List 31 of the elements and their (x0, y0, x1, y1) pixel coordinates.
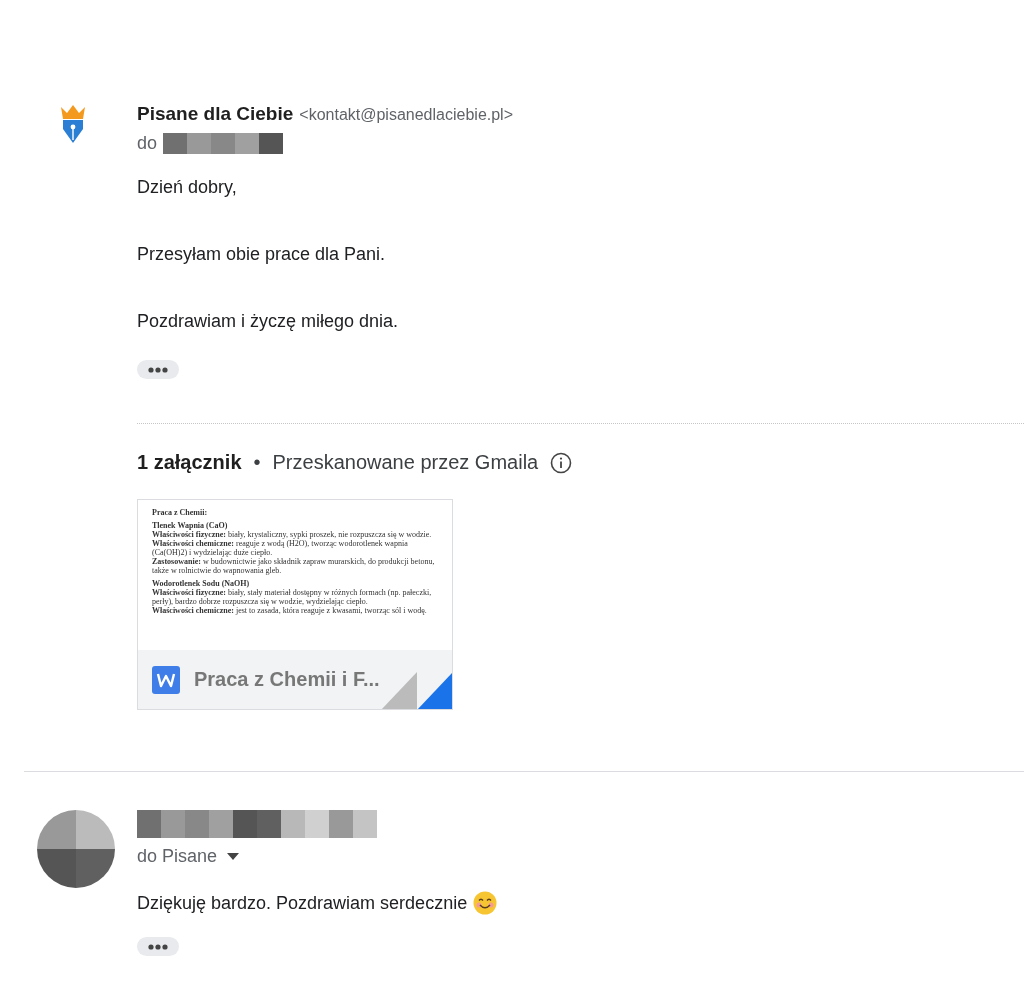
attachment-card[interactable] (137, 499, 453, 710)
smiley-icon (473, 891, 498, 915)
show-trimmed-button[interactable] (137, 360, 179, 379)
recipient-label: do Pisane (137, 846, 218, 867)
show-trimmed-button[interactable] (137, 937, 179, 956)
sender-name: Pisane dla Ciebie (137, 103, 294, 125)
scan-note: Przeskanowane przez Gmaila (272, 451, 539, 474)
document-paragraph: Właściwości fizyczne: biały, stały materiał dostępny w różnych formach (np. pałeczki, perły), bardzo dobrze rozpuszcza się w wodzie, wydzielając ciepło. (152, 588, 433, 606)
document-paragraph: Zastosowanie: w budownictwie jako składnik zapraw murarskich, do produkcji betonu, także w rolnictwie do wapnowania gleb. (152, 557, 436, 575)
word-file-icon (152, 665, 180, 694)
document-paragraph: Właściwości chemiczne: jest to zasada, która reaguje z kwasami, tworząc sól i wodę. (152, 606, 428, 615)
avatar-icon (37, 810, 115, 888)
corner-fold-icon (381, 672, 452, 709)
dropdown-icon[interactable] (227, 853, 240, 860)
document-heading: Wodorotlenek Sodu (NaOH) (152, 579, 251, 588)
more-icon (148, 366, 168, 373)
reply-text: Dziękuję bardzo. Pozdrawiam serdecznie (137, 892, 468, 914)
message-text: Dzień dobry, (137, 177, 238, 198)
document-heading: Tlenek Wapnia (CaO) (152, 521, 229, 530)
recipient-label: do (137, 132, 158, 154)
more-icon (148, 943, 168, 950)
message-text: Pozdrawiam i życzę miłego dnia. (137, 311, 400, 332)
document-paragraph: Właściwości chemiczne: reaguje z wodą (H2O), tworząc wodorotlenek wapnia (Ca(OH)2) i wydzielając duże ciepło. (152, 539, 409, 557)
separator-dot: • (253, 451, 261, 474)
sender-email: <kontakt@pisanedlaciebie.pl> (299, 106, 513, 124)
message-text: Przesyłam obie prace dla Pani. (137, 244, 387, 265)
document-title: Praca z Chemii: (152, 508, 209, 517)
attachment-filename: Praca z Chemii i F... (194, 668, 380, 691)
document-paragraph: Właściwości fizyczne: biały, krystaliczny, sypki proszek, nie rozpuszcza się w wodzie. (152, 530, 433, 539)
attachment-count: 1 załącznik (137, 451, 242, 474)
info-icon[interactable] (550, 451, 573, 474)
